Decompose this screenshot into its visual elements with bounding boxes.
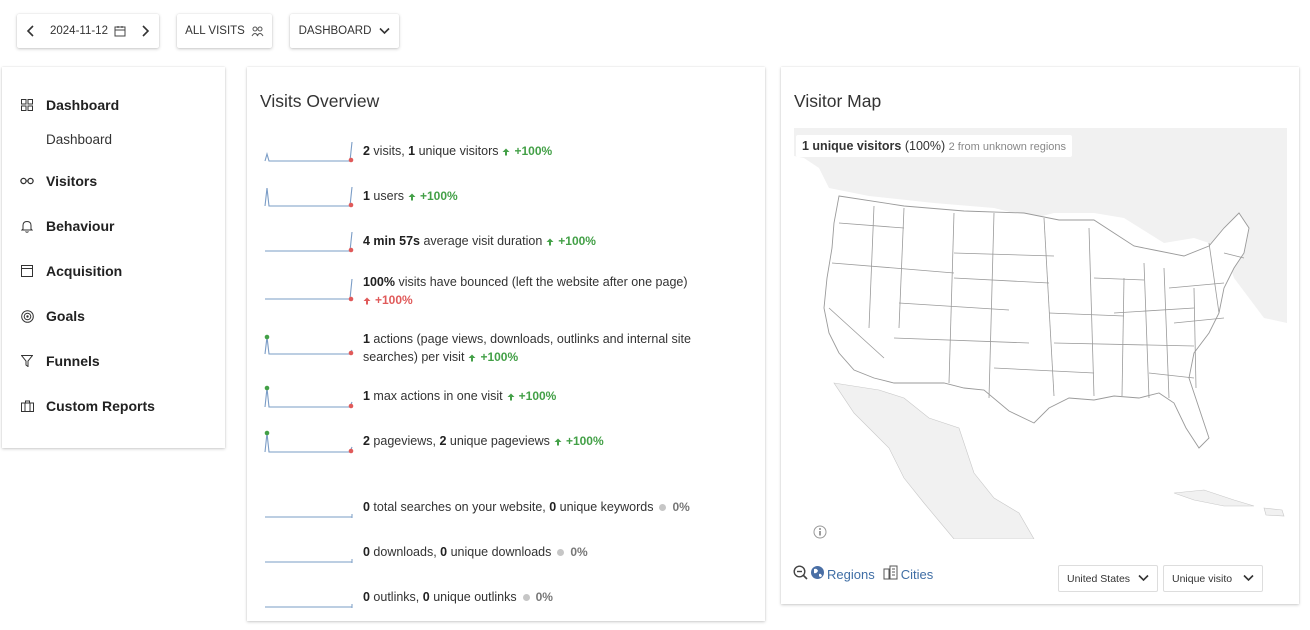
- sparkline-searches[interactable]: [264, 498, 356, 524]
- trend-up-icon: [468, 354, 476, 362]
- trend-value: +100%: [480, 350, 519, 364]
- metric-text-actions-per-visit: 1 actions (page views, downloads, outlin…: [363, 332, 691, 364]
- sparkline-visits[interactable]: [264, 140, 356, 166]
- menu-item-custom-reports[interactable]: Custom Reports: [20, 398, 155, 414]
- menu-label-goals: Goals: [46, 308, 85, 324]
- menu-item-behaviour[interactable]: Behaviour: [20, 218, 114, 234]
- map-controls: Regions Cities: [793, 565, 939, 583]
- metric-text-downloads: 0 downloads, 0 unique downloads 0%: [363, 545, 588, 559]
- trend-value: 0%: [672, 500, 690, 514]
- map-summary: 1 unique visitors (100%) 2 from unknown …: [796, 135, 1073, 157]
- trend-up-icon: [554, 438, 562, 446]
- widget-title: Visits Overview: [260, 91, 380, 111]
- metric-text-avg-duration: 4 min 57s average visit duration +100%: [363, 234, 596, 248]
- segment-selector[interactable]: ALL VISITS: [177, 14, 272, 48]
- country-select[interactable]: United States: [1058, 565, 1158, 592]
- menu-item-funnels[interactable]: Funnels: [20, 353, 100, 369]
- visits-overview-widget: Visits Overview 2 visits, 1 unique visit…: [247, 67, 765, 621]
- main-menu: Dashboard Dashboard Visitors Behaviour A…: [2, 67, 225, 448]
- period-selector[interactable]: 2024-11-12: [17, 14, 159, 48]
- cities-link[interactable]: Cities: [901, 567, 934, 582]
- metric-text-visits: 2 visits, 1 unique visitors +100%: [363, 144, 553, 158]
- map-canvas[interactable]: [794, 128, 1287, 539]
- sparkline-downloads[interactable]: [264, 543, 356, 569]
- visitor-map-widget: Visitor Map 1 unique visitors (100%) 2 f…: [781, 67, 1299, 604]
- next-period-icon[interactable]: [139, 25, 151, 37]
- menu-label-acquisition: Acquisition: [46, 263, 123, 279]
- trend-value: +100%: [420, 189, 458, 203]
- metric-text-bounce: 100% visits have bounced (left the websi…: [363, 275, 688, 307]
- menu-label-behaviour: Behaviour: [46, 218, 115, 234]
- sparkline-max-actions[interactable]: [264, 383, 356, 411]
- menu-label-custom-reports: Custom Reports: [46, 398, 155, 414]
- trend-value: 0%: [535, 590, 553, 604]
- dashboard-selector[interactable]: DASHBOARD: [290, 14, 399, 48]
- map-summary-count: 1 unique visitors: [802, 139, 902, 153]
- info-icon[interactable]: [813, 525, 827, 544]
- trend-neutral-icon: [659, 504, 667, 512]
- trend-value: +100%: [518, 389, 557, 403]
- target-icon: [20, 309, 34, 323]
- trend-value: +100%: [558, 234, 596, 248]
- briefcase-icon: [20, 399, 34, 413]
- trend-up-icon: [507, 393, 515, 401]
- menu-item-visitors[interactable]: Visitors: [20, 173, 97, 189]
- metric-text-max-actions: 1 max actions in one visit +100%: [363, 389, 557, 403]
- chevron-down-icon: [1243, 573, 1254, 585]
- submenu-item-dashboard[interactable]: Dashboard: [46, 132, 112, 147]
- browser-window-icon: [20, 264, 34, 278]
- menu-label-visitors: Visitors: [46, 173, 98, 189]
- sparkline-users[interactable]: [264, 185, 356, 211]
- trend-neutral-icon: [557, 549, 565, 557]
- menu-label-dashboard: Dashboard: [46, 97, 120, 113]
- funnel-icon: [20, 354, 34, 368]
- menu-item-goals[interactable]: Goals: [20, 308, 85, 324]
- widget-title: Visitor Map: [794, 91, 882, 111]
- segment-label: ALL VISITS: [185, 25, 245, 37]
- bell-icon: [20, 219, 34, 233]
- trend-value: 0%: [570, 545, 588, 559]
- globe-icon: [810, 565, 825, 583]
- sparkline-pageviews[interactable]: [264, 428, 356, 456]
- calendar-icon[interactable]: [114, 25, 126, 37]
- us-map[interactable]: [794, 128, 1287, 539]
- sparkline-outlinks[interactable]: [264, 588, 356, 614]
- glasses-icon: [20, 174, 34, 188]
- regions-link[interactable]: Regions: [827, 567, 875, 582]
- sparkline-bounce[interactable]: [264, 275, 356, 311]
- previous-period-icon[interactable]: [25, 25, 37, 37]
- dashboard-selector-label: DASHBOARD: [298, 25, 372, 37]
- map-summary-percent: (100%): [904, 139, 946, 153]
- country-select-value: United States: [1067, 572, 1131, 585]
- metric-text-pageviews: 2 pageviews, 2 unique pageviews +100%: [363, 434, 604, 448]
- trend-value: +100%: [514, 144, 553, 158]
- trend-up-icon: [502, 148, 510, 156]
- sparkline-actions-per-visit[interactable]: [264, 332, 356, 360]
- grid-icon: [20, 98, 34, 112]
- menu-label-funnels: Funnels: [46, 353, 100, 369]
- metric-text-searches: 0 total searches on your website, 0 uniq…: [363, 500, 690, 514]
- buildings-icon: [883, 565, 899, 583]
- current-date[interactable]: 2024-11-12: [50, 25, 108, 37]
- menu-item-acquisition[interactable]: Acquisition: [20, 263, 122, 279]
- metric-select-value: Unique visito: [1172, 572, 1233, 585]
- menu-item-dashboard[interactable]: Dashboard: [20, 97, 119, 113]
- sparkline-avg-duration[interactable]: [264, 230, 356, 256]
- metric-select[interactable]: Unique visito: [1163, 565, 1263, 592]
- metric-text-users: 1 users +100%: [363, 189, 458, 203]
- zoom-out-icon[interactable]: [793, 565, 808, 583]
- trend-neutral-icon: [522, 594, 530, 602]
- chevron-down-icon: [1138, 573, 1149, 585]
- trend-up-icon: [408, 193, 416, 201]
- trend-up-icon: [546, 238, 554, 246]
- map-summary-note: 2 from unknown regions: [948, 141, 1067, 153]
- trend-value: +100%: [565, 434, 604, 448]
- segment-people-icon: [251, 26, 264, 37]
- metric-text-outlinks: 0 outlinks, 0 unique outlinks 0%: [363, 590, 553, 604]
- trend-up-bad-icon: [363, 297, 371, 305]
- trend-value: +100%: [375, 293, 413, 307]
- chevron-down-icon: [379, 27, 390, 35]
